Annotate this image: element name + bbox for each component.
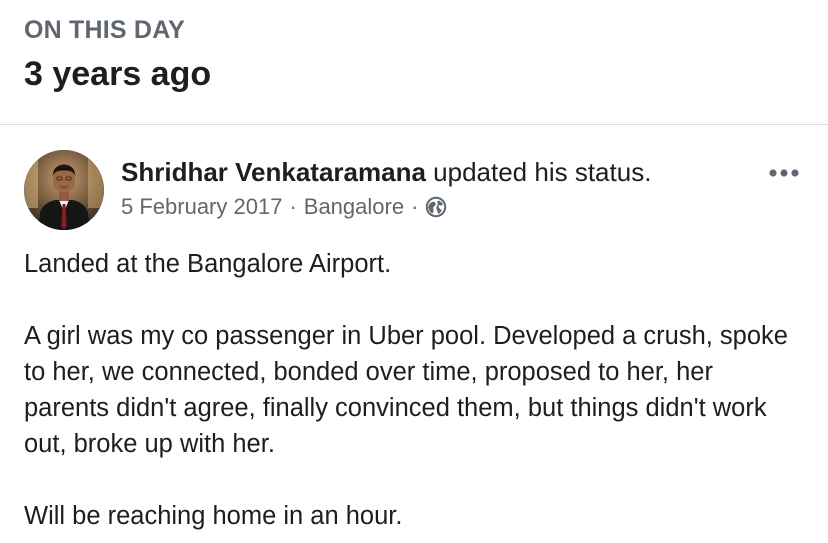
memory-header: ON THIS DAY 3 years ago [24, 14, 804, 96]
memory-title: 3 years ago [24, 55, 212, 93]
post-location[interactable]: Bangalore [304, 193, 404, 221]
post-text: Landed at the Bangalore Airport. A girl … [24, 246, 804, 534]
author-name[interactable]: Shridhar Venkataramana [121, 157, 426, 187]
post-date[interactable]: 5 February 2017 [121, 193, 282, 221]
meta-separator: · [289, 194, 297, 219]
post-paragraph: Will be reaching home in an hour. [24, 502, 403, 530]
post-meta: 5 February 2017 · Bangalore · [121, 193, 447, 221]
post-paragraph: A girl was my co passenger in Uber pool.… [24, 322, 788, 458]
memory-label: ON THIS DAY [24, 16, 186, 44]
post-header: Shridhar Venkataramana updated his statu… [24, 150, 804, 232]
author-action: updated his status. [433, 157, 652, 187]
meta-separator: · [411, 194, 419, 219]
more-options-button[interactable] [764, 158, 804, 188]
post-paragraph: Landed at the Bangalore Airport. [24, 250, 392, 278]
author-line: Shridhar Venkataramana updated his statu… [121, 156, 651, 188]
globe-icon[interactable] [425, 196, 447, 218]
divider [0, 124, 828, 125]
avatar[interactable] [24, 150, 104, 230]
more-options-icon [769, 169, 799, 177]
